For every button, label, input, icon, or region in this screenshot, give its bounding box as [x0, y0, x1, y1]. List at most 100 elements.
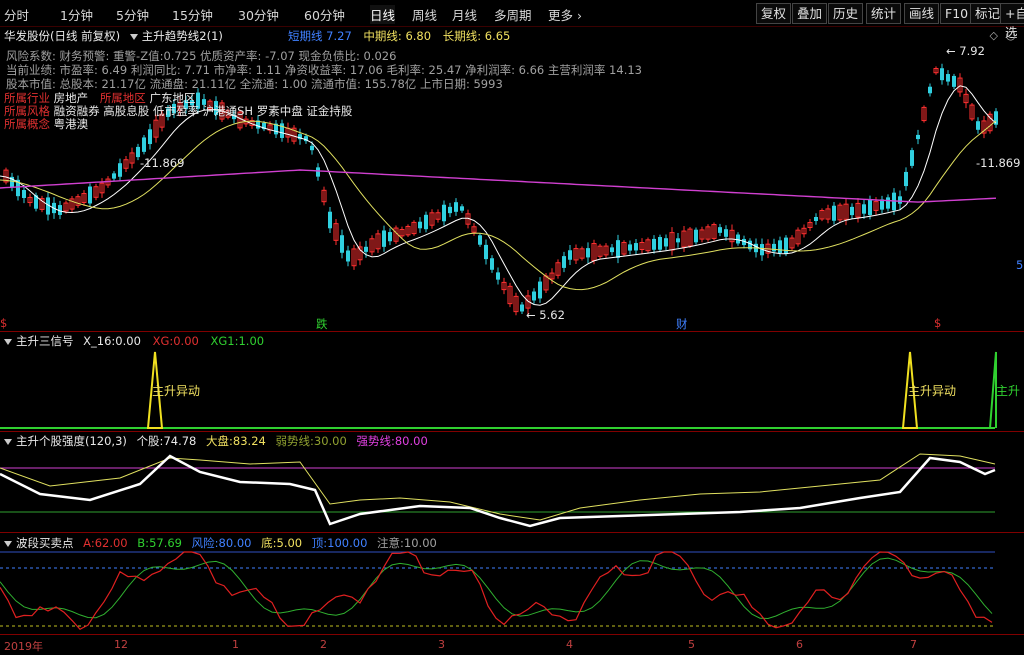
- marker-s-left: $: [0, 316, 8, 330]
- x-axis-label: 4: [566, 638, 573, 651]
- candle-body: [778, 240, 782, 253]
- candle-body: [118, 163, 122, 177]
- right-value-label: -11.869: [976, 156, 1021, 170]
- wave-chart[interactable]: [0, 534, 1024, 634]
- candle-body: [490, 258, 494, 270]
- candle-body: [772, 243, 776, 252]
- chevron-down-icon[interactable]: [129, 33, 138, 40]
- period-tab-1[interactable]: 1分钟: [60, 5, 93, 24]
- period-tab-7[interactable]: 周线: [412, 5, 437, 24]
- signal-text-left: 主升异动: [152, 384, 201, 398]
- toolbar-button-3[interactable]: 统计: [866, 3, 902, 24]
- x-axis-label: 12: [114, 638, 128, 651]
- candle-body: [454, 202, 458, 212]
- concept-row: 所属概念 粤港澳: [4, 116, 88, 132]
- candle-body: [388, 232, 392, 242]
- right-edge-marker: 5: [1016, 258, 1024, 272]
- period-tab-3[interactable]: 15分钟: [172, 5, 213, 24]
- style-value: 融资融券 高股息股 低市盈率 沪港通SH 罗素中盘 证金持股: [53, 104, 353, 118]
- period-tab-2[interactable]: 5分钟: [116, 5, 149, 24]
- candle-body: [346, 250, 350, 262]
- candle-body: [886, 197, 890, 209]
- candle-body: [784, 237, 788, 254]
- high-price-value: 7.92: [959, 44, 985, 58]
- x-axis-label: 2019年: [4, 640, 43, 653]
- candle-body: [538, 281, 542, 299]
- period-tab-4[interactable]: 30分钟: [238, 5, 279, 24]
- high-price-label: ← 7.92: [946, 44, 985, 58]
- candle-body: [850, 206, 854, 216]
- candle-body: [382, 230, 386, 247]
- x-axis-label: 2: [320, 638, 327, 651]
- toolbar-button-4[interactable]: 画线: [904, 3, 940, 24]
- concept-value: 粤港澳: [53, 117, 89, 131]
- candle-body: [610, 247, 614, 253]
- period-toolbar: 分时 1分钟 5分钟 15分钟 30分钟 60分钟 日线 周线 月线 多周期 更多 › 复权 叠加 历史统…: [0, 0, 1024, 40]
- candle-body: [484, 244, 488, 260]
- strength-chart[interactable]: [0, 434, 1024, 532]
- period-tab-5[interactable]: 60分钟: [304, 5, 345, 24]
- panel-divider: [0, 532, 1024, 533]
- panel-divider: [0, 431, 1024, 432]
- x-axis-label: 1: [232, 638, 239, 651]
- candle-body: [364, 246, 368, 252]
- low-price-value: 5.62: [539, 308, 565, 322]
- candle-body: [520, 304, 524, 312]
- toolbar-button-7[interactable]: +自选: [1000, 3, 1024, 40]
- candle-body: [724, 229, 728, 237]
- candle-body: [316, 167, 320, 177]
- candle-body: [628, 244, 632, 251]
- x-axis-label: 7: [910, 638, 917, 651]
- a-line: [0, 551, 993, 631]
- candle-body: [904, 171, 908, 187]
- candle-body: [586, 248, 590, 258]
- period-tab-6[interactable]: 日线: [370, 5, 396, 24]
- candle-body: [148, 129, 152, 145]
- market-strength-line: [0, 453, 996, 521]
- toolbar-button-1[interactable]: 叠加: [792, 3, 828, 24]
- candle-body: [952, 75, 956, 87]
- panel-divider: [0, 331, 1024, 332]
- toolbar-button-2[interactable]: 历史: [828, 3, 864, 24]
- candle-body: [22, 190, 26, 198]
- candle-body: [616, 240, 620, 258]
- signal-text-edge: 主升: [996, 384, 1021, 398]
- candle-body: [976, 121, 980, 130]
- candle-body: [832, 205, 836, 221]
- candle-body: [898, 196, 902, 204]
- period-tab-9[interactable]: 多周期: [494, 5, 532, 24]
- marker-cai: 财: [676, 317, 688, 331]
- candle-body: [532, 291, 536, 301]
- period-tab-10[interactable]: 更多 ›: [548, 5, 582, 24]
- candle-body: [142, 137, 146, 152]
- toolbar-button-5[interactable]: F10: [940, 3, 974, 24]
- toolbar-button-0[interactable]: 复权: [756, 3, 792, 24]
- period-tab-8[interactable]: 月线: [452, 5, 477, 24]
- signal-text-right: 主升异动: [908, 384, 957, 398]
- candle-body: [112, 173, 116, 179]
- candle-body: [562, 256, 566, 268]
- x-axis: 2019年 12 1 2 3 4 5 6 7: [0, 634, 1024, 655]
- candle-body: [418, 221, 422, 229]
- candle-body: [496, 272, 500, 280]
- left-value-label: -11.869: [140, 156, 185, 170]
- candle-body: [736, 234, 740, 244]
- x-axis-label: 6: [796, 638, 803, 651]
- candle-body: [718, 227, 722, 233]
- marker-die: 跌: [316, 317, 328, 331]
- candle-body: [442, 204, 446, 222]
- candle-body: [928, 86, 932, 94]
- candle-body: [652, 238, 656, 250]
- candle-body: [676, 238, 680, 243]
- candle-body: [340, 235, 344, 253]
- candle-body: [814, 216, 818, 222]
- candle-body: [694, 229, 698, 243]
- period-tab-0[interactable]: 分时: [4, 5, 29, 24]
- candle-body: [862, 204, 866, 214]
- low-price-label: ← 5.62: [526, 308, 565, 322]
- candle-body: [634, 243, 638, 251]
- candle-body: [658, 236, 662, 250]
- candle-body: [424, 214, 428, 230]
- candle-body: [916, 134, 920, 140]
- candle-body: [910, 150, 914, 166]
